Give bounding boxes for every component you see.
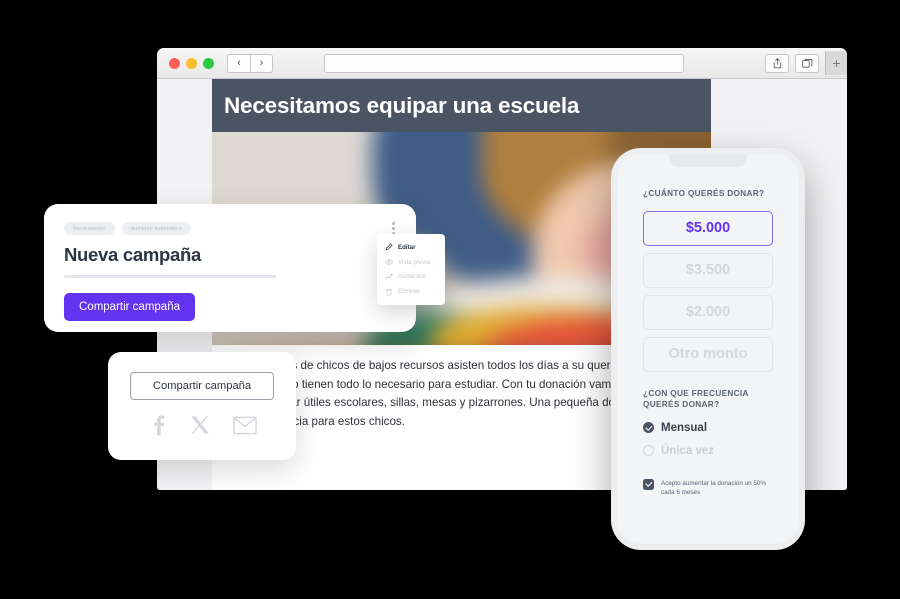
consent-row[interactable]: Acepto aumentar la donación un 50% cada … bbox=[643, 478, 773, 498]
screenshot-stage: ‹ › + Necesitamos equipar una escuela Ci… bbox=[0, 0, 900, 599]
consent-label: Acepto aumentar la donación un 50% cada … bbox=[661, 479, 767, 497]
more-vertical-icon[interactable] bbox=[392, 222, 395, 235]
amount-option-3500[interactable]: $3.500 bbox=[643, 252, 773, 288]
facebook-icon[interactable] bbox=[148, 414, 167, 441]
eye-icon bbox=[385, 258, 393, 266]
chrome-right-actions: + bbox=[765, 51, 847, 75]
menu-item-label: Editar bbox=[398, 243, 416, 251]
menu-item-label: Vista previa bbox=[398, 258, 431, 266]
frequency-option-label: Mensual bbox=[661, 421, 708, 434]
frequency-option-mensual[interactable]: Mensual bbox=[643, 422, 773, 434]
new-tab-button[interactable]: + bbox=[825, 51, 847, 75]
share-icon bbox=[773, 57, 781, 68]
tabs-icon bbox=[801, 58, 812, 68]
page-title: Necesitamos equipar una escuela bbox=[224, 92, 580, 118]
phone-notch bbox=[669, 154, 747, 167]
email-icon[interactable] bbox=[232, 416, 257, 440]
browser-chrome: ‹ › + bbox=[157, 48, 847, 79]
frequency-option-label: Única vez bbox=[661, 444, 715, 457]
amount-option-5000[interactable]: $5.000 bbox=[643, 210, 773, 246]
campaign-context-menu: Editar Vista previa Aumentos Eliminar bbox=[377, 234, 445, 306]
amount-option-2000[interactable]: $2.000 bbox=[643, 294, 773, 330]
menu-item-vista-previa[interactable]: Vista previa bbox=[377, 255, 445, 270]
page-hero-banner: Necesitamos equipar una escuela bbox=[212, 79, 711, 132]
consent-checkbox[interactable] bbox=[643, 478, 654, 490]
campaign-card: Recaudación Aumento automático Nueva cam… bbox=[44, 204, 416, 332]
x-twitter-icon[interactable] bbox=[190, 415, 210, 440]
share-button[interactable] bbox=[765, 53, 789, 73]
menu-item-label: Aumentos bbox=[398, 273, 426, 281]
trending-up-icon bbox=[385, 273, 393, 281]
address-bar-input[interactable] bbox=[324, 53, 684, 73]
phone-screen: ¿CUÁNTO QUERÉS DONAR? $5.000 $3.500 $2.0… bbox=[617, 154, 799, 544]
radio-checked-icon bbox=[643, 422, 654, 433]
menu-item-aumentos[interactable]: Aumentos bbox=[377, 270, 445, 285]
share-card-button[interactable]: Compartir campaña bbox=[130, 372, 274, 400]
minimize-window-button[interactable] bbox=[186, 57, 197, 69]
amount-option-otro-monto[interactable]: Otro monto bbox=[643, 336, 773, 372]
campaign-tag-aumento-automatico: Aumento automático bbox=[121, 222, 191, 235]
phone-mockup: ¿CUÁNTO QUERÉS DONAR? $5.000 $3.500 $2.0… bbox=[611, 148, 805, 550]
campaign-tag-recaudacion: Recaudación bbox=[64, 222, 115, 235]
campaign-progress-divider bbox=[64, 275, 276, 278]
share-campaign-card: Compartir campaña bbox=[108, 352, 296, 460]
close-window-button[interactable] bbox=[169, 57, 180, 69]
navigation-buttons: ‹ › bbox=[227, 53, 273, 73]
donation-amount-options: $5.000 $3.500 $2.000 Otro monto bbox=[643, 210, 773, 372]
campaign-title: Nueva campaña bbox=[64, 244, 201, 265]
menu-item-eliminar[interactable]: Eliminar bbox=[377, 284, 445, 299]
social-share-row bbox=[130, 414, 274, 441]
forward-button[interactable]: › bbox=[250, 53, 273, 73]
menu-item-label: Eliminar bbox=[398, 288, 421, 296]
tabs-overview-button[interactable] bbox=[795, 53, 819, 73]
zoom-window-button[interactable] bbox=[203, 57, 214, 69]
radio-unchecked-icon bbox=[643, 445, 654, 456]
frequency-option-unica-vez[interactable]: Única vez bbox=[643, 445, 773, 457]
donation-frequency-label: ¿CON QUE FRECUENCIA QUERÉS DONAR? bbox=[643, 388, 749, 410]
menu-item-editar[interactable]: Editar bbox=[377, 240, 445, 255]
pencil-icon bbox=[385, 243, 393, 251]
trash-icon bbox=[385, 288, 393, 296]
share-campaign-button[interactable]: Compartir campaña bbox=[64, 292, 195, 321]
donation-amount-label: ¿CUÁNTO QUERÉS DONAR? bbox=[643, 189, 765, 198]
campaign-tags: Recaudación Aumento automático bbox=[64, 222, 396, 235]
window-traffic-lights bbox=[169, 57, 214, 69]
back-button[interactable]: ‹ bbox=[227, 53, 250, 73]
